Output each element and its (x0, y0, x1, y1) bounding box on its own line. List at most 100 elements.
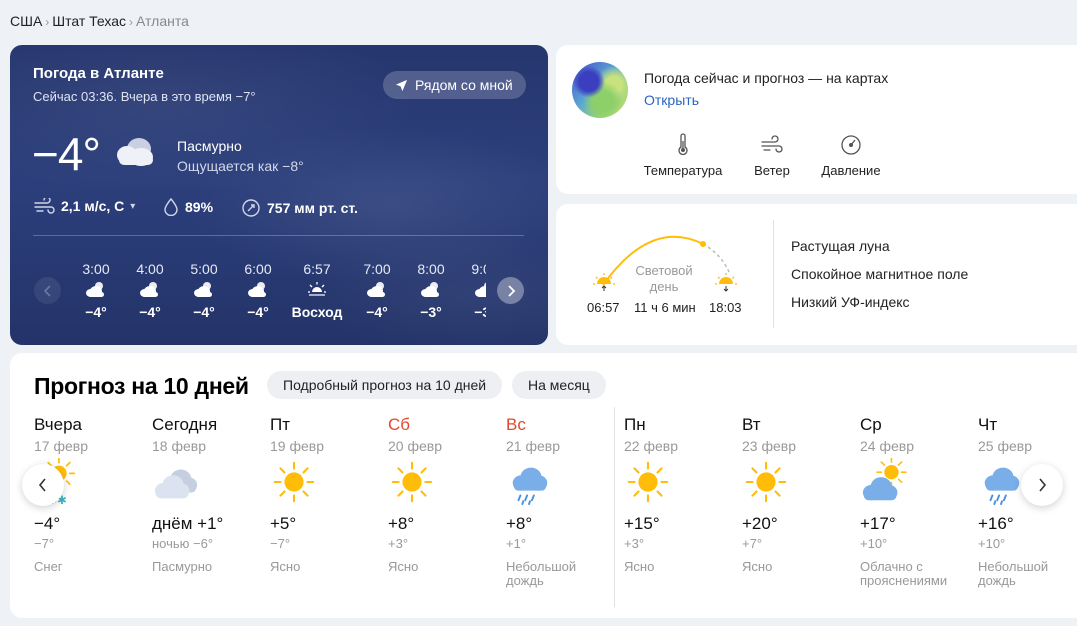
day-date: 21 февр (506, 438, 560, 454)
day-date: 19 февр (270, 438, 324, 454)
hourly-item: 4:00 −4° (123, 261, 177, 320)
breadcrumb-country[interactable]: США (10, 13, 42, 29)
day-name: Вт (742, 415, 761, 434)
weather-map-thumbnail[interactable] (572, 62, 628, 118)
day-condition-line: Небольшой (978, 559, 1049, 574)
day-forecast-item[interactable]: Чт 25 февр +16° +10° Небольшой дождь (978, 415, 1076, 588)
daylight-length: 11 ч 6 мин (634, 300, 696, 315)
cloudy-night-icon (123, 280, 177, 302)
moon-phase: Растущая луна (791, 238, 890, 254)
cloudy-night-icon (350, 280, 404, 302)
day-forecast-item[interactable]: Вт 23 февр +20° +7° Ясно (742, 415, 852, 574)
day-high-temp: +16° (978, 514, 1014, 533)
day-condition-line: дождь (978, 573, 1016, 588)
sunrise-icon (290, 280, 344, 302)
day-condition-line: Ясно (624, 559, 655, 574)
uv-index: Низкий УФ-индекс (791, 294, 910, 310)
hour-temp: −4° (366, 304, 388, 320)
day-condition: Снег (34, 560, 144, 574)
day-condition: Ясно (742, 560, 852, 574)
day-name: Сб (388, 415, 411, 434)
cloudy-night-icon (404, 280, 458, 302)
hourly-item: 8:00 −3° (404, 261, 458, 320)
day-low-temp: +10° (860, 536, 888, 551)
day-name: Вчера (34, 415, 82, 434)
hour-time: 3:00 (82, 261, 110, 277)
map-link-label: Температура (643, 163, 723, 178)
hourly-forecast: 3:00 −4° 4:00 −4° 5:00 −4° 6:00 −4° 6:57 Вос… (10, 45, 486, 345)
day-low-temp: +3° (388, 536, 409, 551)
hour-temp: −4° (247, 304, 269, 320)
day-forecast-item[interactable]: Вс 21 февр +8° +1° Небольшой дождь (506, 415, 616, 588)
day-condition: Небольшой дождь (506, 560, 616, 588)
day-high-temp: −4° (34, 514, 61, 533)
hour-time: 7:00 (363, 261, 391, 277)
cloudy-night-icon (69, 280, 123, 302)
forecast-prev-button[interactable] (22, 464, 64, 506)
day-date: 17 февр (34, 438, 88, 454)
day-high-temp: +17° (860, 514, 896, 533)
day-condition-line: Ясно (388, 559, 419, 574)
breadcrumb-separator: › (45, 15, 50, 29)
map-link-wind[interactable]: Ветер (727, 133, 817, 178)
day-forecast-item[interactable]: Ср 24 февр +17° +10° Облачно с прояснения… (860, 415, 970, 588)
wind-icon (761, 135, 783, 153)
day-low-temp: −7° (270, 536, 291, 551)
day-condition-line: прояснениями (860, 573, 948, 588)
breadcrumb-state[interactable]: Штат Техас (52, 13, 126, 29)
daily-forecast-list: Вчера 17 февр ✱✱ −4° −7° СнегСегодня 18 … (10, 353, 1076, 618)
hour-time: 8:00 (417, 261, 445, 277)
day-condition-line: Снег (34, 559, 63, 574)
day-name: Ср (860, 415, 882, 434)
hourly-next-button[interactable] (497, 277, 524, 304)
day-date: 18 февр (152, 438, 206, 454)
map-link-temperature[interactable]: Температура (638, 133, 728, 178)
pressure-gauge-icon (841, 135, 861, 155)
sun-icon (624, 458, 734, 508)
hour-time: 9:00 (471, 261, 486, 277)
day-condition-line: Небольшой (506, 559, 577, 574)
day-date: 22 февр (624, 438, 678, 454)
forecast-next-button[interactable] (1021, 464, 1063, 506)
day-forecast-item[interactable]: Сегодня 18 февр днём +1° ночью −6° Пасму… (152, 415, 262, 574)
hour-time: 6:00 (244, 261, 272, 277)
hour-temp: Восход (291, 304, 343, 320)
sun-icon (742, 458, 852, 508)
magnetic-field: Спокойное магнитное поле (791, 266, 969, 282)
day-condition-line: Облачно с (860, 559, 923, 574)
day-high-temp: днём +1° (152, 514, 224, 533)
day-forecast-item[interactable]: Сб 20 февр +8° +3° Ясно (388, 415, 498, 574)
sunrise-time: 06:57 (587, 300, 620, 315)
day-condition: Небольшой дождь (978, 560, 1076, 588)
day-low-temp: ночью −6° (152, 536, 214, 551)
day-high-temp: +8° (506, 514, 533, 533)
thermometer-icon (678, 133, 688, 156)
day-forecast-item[interactable]: Пт 19 февр +5° −7° Ясно (270, 415, 380, 574)
hourly-item: 6:57 Восход (290, 261, 344, 320)
day-date: 25 февр (978, 438, 1032, 454)
map-link-label: Ветер (754, 163, 790, 178)
day-low-temp: +1° (506, 536, 527, 551)
hourly-item: 7:00 −4° (350, 261, 404, 320)
breadcrumb-current: Атланта (136, 13, 189, 29)
daylight-label-line: день (649, 279, 679, 294)
cloudy-night-icon (177, 280, 231, 302)
day-high-temp: +5° (270, 514, 297, 533)
map-link-pressure[interactable]: Давление (806, 133, 896, 178)
sunrise-icon (593, 273, 615, 291)
rain-cloud-icon (506, 458, 616, 508)
maps-open-link[interactable]: Открыть (644, 92, 699, 108)
day-high-temp: +20° (742, 514, 778, 533)
day-forecast-item[interactable]: Пн 22 февр +15° +3° Ясно (624, 415, 734, 574)
cloud-icon (152, 458, 262, 508)
hourly-item: 6:00 −4° (231, 261, 285, 320)
day-name: Сегодня (152, 415, 218, 434)
maps-title: Погода сейчас и прогноз — на картах (644, 70, 889, 86)
day-condition: Ясно (388, 560, 498, 574)
day-date: 24 февр (860, 438, 914, 454)
hour-temp: −3° (420, 304, 442, 320)
day-condition-line: дождь (506, 573, 544, 588)
chevron-left-icon (38, 478, 46, 492)
map-link-label: Давление (821, 163, 881, 178)
day-condition: Облачно с прояснениями (860, 560, 970, 588)
